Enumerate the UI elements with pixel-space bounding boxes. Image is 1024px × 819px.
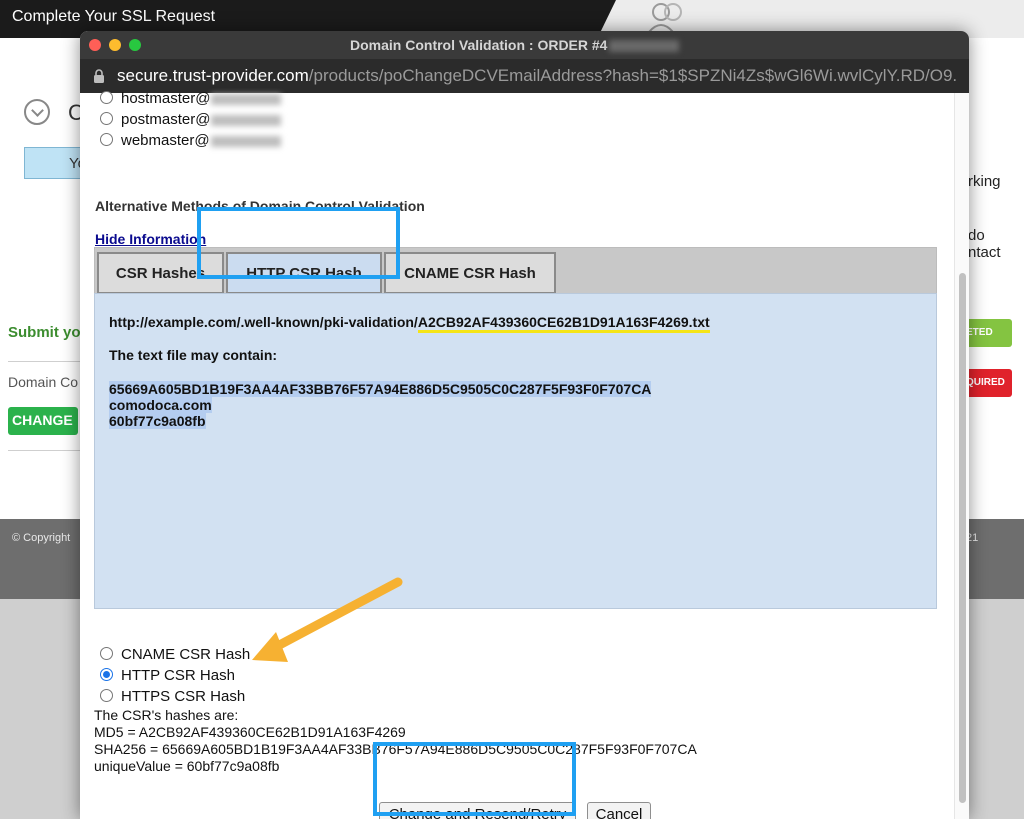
url-text[interactable]: secure.trust-provider.com/products/poCha… <box>117 66 957 86</box>
file-content-line: comodoca.com <box>109 397 212 413</box>
redacted-domain <box>210 135 281 147</box>
popup-content: hostmaster@ postmaster@ webmaster@ Alter… <box>80 90 969 819</box>
email-option-hostmaster[interactable]: hostmaster@ <box>100 90 282 107</box>
md5-hash: MD5 = A2CB92AF439360CE62B1D91A163F4269 <box>94 724 406 740</box>
radio-button[interactable] <box>100 133 113 146</box>
background-submit-text: Submit you <box>8 324 90 341</box>
tab-cname-csr-hash[interactable]: CNAME CSR Hash <box>384 252 556 294</box>
http-tab-highlight-box <box>197 207 400 279</box>
background-domain-label: Domain Co <box>8 374 79 390</box>
csr-hashes-intro: The CSR's hashes are: <box>94 707 239 723</box>
redacted-domain <box>211 114 282 126</box>
url-path: /products/poChangeDCVEmailAddress?hash=$… <box>308 66 957 85</box>
email-option-postmaster[interactable]: postmaster@ <box>100 111 282 128</box>
redacted-domain <box>211 93 282 105</box>
method-option-https[interactable]: HTTPS CSR Hash <box>100 688 245 705</box>
method-option-label: HTTPS CSR Hash <box>121 688 246 705</box>
file-contents-label: The text file may contain: <box>109 347 278 363</box>
file-contents: 65669A605BD1B19F3AA4AF33BB76F57A94E886D5… <box>109 381 652 429</box>
status-badge-required: QUIRED <box>966 369 1012 397</box>
lock-icon <box>94 69 104 83</box>
email-option-label: hostmaster@ <box>121 90 211 107</box>
background-page-title: Complete Your SSL Request <box>12 8 216 25</box>
scrollbar[interactable] <box>954 93 969 819</box>
hide-information-link[interactable]: Hide Information <box>95 231 206 247</box>
redacted-order-number <box>609 40 680 53</box>
user-icon <box>648 3 682 32</box>
radio-button[interactable] <box>100 647 113 660</box>
background-right-text: ntact <box>968 244 1001 261</box>
validation-url-prefix: http://example.com/.well-known/pki-valid… <box>109 314 418 330</box>
maximize-window-button[interactable] <box>129 39 141 51</box>
email-option-webmaster[interactable]: webmaster@ <box>100 132 281 149</box>
divider <box>8 361 80 362</box>
radio-button[interactable] <box>100 112 113 125</box>
method-option-label: HTTP CSR Hash <box>121 667 235 684</box>
file-content-line: 60bf77c9a08fb <box>109 413 206 429</box>
radio-button-selected[interactable] <box>100 668 113 681</box>
email-option-label: postmaster@ <box>121 111 211 128</box>
dcv-popup-window: Domain Control Validation : ORDER #4 sec… <box>80 31 969 819</box>
validation-file-name: A2CB92AF439360CE62B1D91A163F4269.txt <box>417 314 710 333</box>
minimize-window-button[interactable] <box>109 39 121 51</box>
change-button[interactable]: CHANGE <box>8 407 78 435</box>
window-title: Domain Control Validation : ORDER #4 <box>350 37 680 53</box>
email-option-label: webmaster@ <box>121 132 210 149</box>
window-titlebar[interactable]: Domain Control Validation : ORDER #4 <box>80 31 969 59</box>
background-right-text: do <box>968 227 985 244</box>
validation-url: http://example.com/.well-known/pki-valid… <box>109 314 710 333</box>
method-option-label: CNAME CSR Hash <box>121 646 251 663</box>
status-badge-completed: ETED <box>966 319 1012 347</box>
copyright-text: © Copyright <box>12 532 71 544</box>
radio-button[interactable] <box>100 689 113 702</box>
window-title-text: Domain Control Validation : ORDER #4 <box>350 37 608 53</box>
cancel-button[interactable]: Cancel <box>587 802 651 819</box>
method-option-cname[interactable]: CNAME CSR Hash <box>100 646 250 663</box>
divider <box>8 450 80 451</box>
url-domain: secure.trust-provider.com <box>117 66 309 85</box>
chevron-down-icon[interactable] <box>24 99 50 125</box>
address-bar[interactable]: secure.trust-provider.com/products/poCha… <box>80 59 969 93</box>
background-right-text: rking <box>968 173 1001 190</box>
background-info-box: Yo <box>24 147 86 179</box>
method-option-http[interactable]: HTTP CSR Hash <box>100 667 235 684</box>
file-content-line: 65669A605BD1B19F3AA4AF33BB76F57A94E886D5… <box>109 381 652 397</box>
radio-button[interactable] <box>100 91 113 104</box>
http-csr-hash-panel: http://example.com/.well-known/pki-valid… <box>94 293 937 609</box>
resend-button-highlight-box <box>373 742 576 816</box>
scrollbar-thumb[interactable] <box>959 273 966 803</box>
close-window-button[interactable] <box>89 39 101 51</box>
